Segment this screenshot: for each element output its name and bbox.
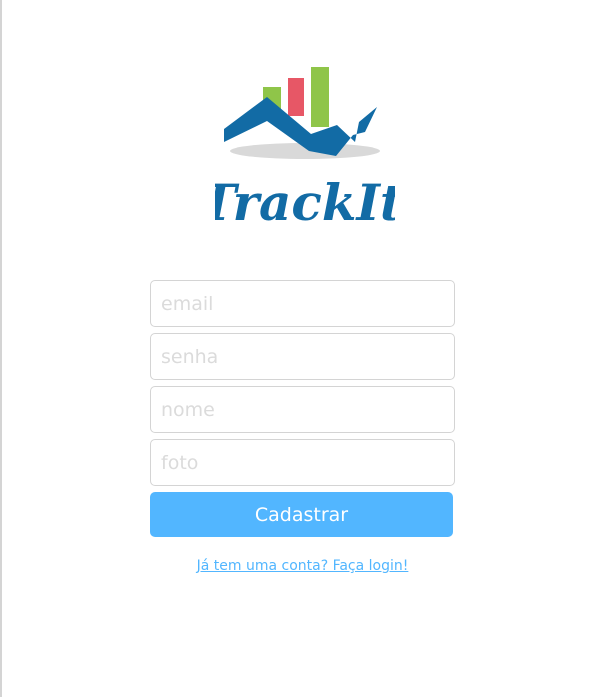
signup-form: Cadastrar [150, 280, 455, 537]
name-input[interactable] [150, 386, 455, 433]
logo-bar-green-right [311, 67, 329, 127]
logo-bar-red [288, 78, 304, 116]
logo-graphic: TrackIt [215, 67, 395, 232]
login-link[interactable]: Já tem uma conta? Faça login! [150, 558, 455, 574]
window-edge [0, 0, 2, 697]
password-input[interactable] [150, 333, 455, 380]
photo-url-input[interactable] [150, 439, 455, 486]
trackit-logo: TrackIt [215, 62, 395, 232]
logo-wordmark: TrackIt [215, 173, 395, 232]
signup-button[interactable]: Cadastrar [150, 492, 453, 537]
email-input[interactable] [150, 280, 455, 327]
